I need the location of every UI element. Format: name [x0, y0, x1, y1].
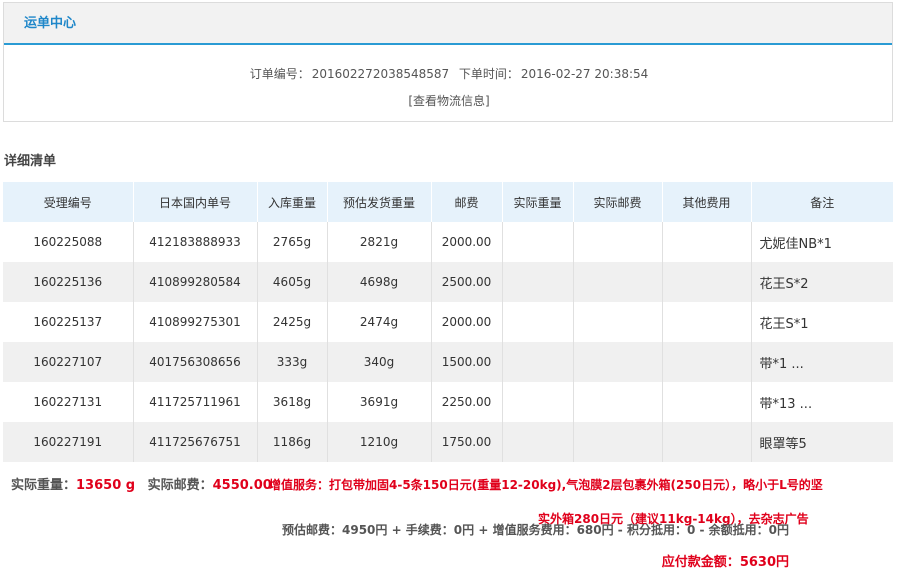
- table-cell: 3618g: [257, 382, 328, 422]
- table-cell: [662, 342, 752, 382]
- table-cell: [662, 222, 752, 262]
- table-cell: 401756308656: [133, 342, 258, 382]
- table-cell: 340g: [327, 342, 432, 382]
- table-cell: 160227107: [3, 342, 134, 382]
- fee-breakdown: 预估邮费：4950円 + 手续费：0円 + 增值服务费用：680円 - 积分抵用…: [282, 523, 789, 537]
- table-cell: 411725676751: [133, 422, 258, 462]
- table-cell: [573, 222, 663, 262]
- table-row: 160227107 401756308656 333g 340g 1500.00…: [3, 342, 893, 382]
- column-header: 实际重量: [502, 182, 574, 222]
- table-cell: 尤妮佳NB*1: [759, 236, 832, 252]
- table-cell: 2474g: [327, 302, 432, 342]
- table-cell: [662, 382, 752, 422]
- table-cell: [573, 302, 663, 342]
- column-header: 预估发货重量: [327, 182, 432, 222]
- table-cell: [502, 222, 574, 262]
- table-cell: 眼罩等5: [751, 422, 893, 462]
- order-number: 201602272038548587: [311, 67, 450, 81]
- table-cell: 2821g: [327, 222, 432, 262]
- table-cell: [502, 382, 574, 422]
- amount-due-label: 应付款金额：: [661, 555, 740, 570]
- table-cell: 3691g: [327, 382, 432, 422]
- view-logistics-link[interactable]: [查看物流信息]: [4, 92, 894, 109]
- table-cell: 2425g: [257, 302, 328, 342]
- weight-postage-summary: 实际重量：13650 g 实际邮费：4550.00: [11, 474, 280, 493]
- table-cell: [502, 262, 574, 302]
- table-cell: [573, 342, 663, 382]
- actual-weight-value: 13650 g: [76, 478, 136, 493]
- column-header: 其他费用: [662, 182, 752, 222]
- table-row: 160227131 411725711961 3618g 3691g 2250.…: [3, 382, 893, 422]
- column-header: 邮费: [431, 182, 503, 222]
- table-cell: 花王S*2: [751, 262, 893, 302]
- table-cell: [662, 262, 752, 302]
- detail-list-title: 详细清单: [4, 154, 57, 169]
- table-row: 160225136 410899280584 4605g 4698g 2500.…: [3, 262, 893, 302]
- table-cell: 410899280584: [133, 262, 258, 302]
- table-cell: [502, 422, 574, 462]
- table-cell: 2500.00: [431, 262, 503, 302]
- amount-due: 应付款金额：5630円: [662, 551, 789, 570]
- table-cell: 410899275301: [133, 302, 258, 342]
- actual-weight-label: 实际重量：: [11, 478, 77, 493]
- table-row: 160225137 410899275301 2425g 2474g 2000.…: [3, 302, 893, 342]
- table-header-row: 受理编号 日本国内单号 入库重量 预估发货重量 邮费 实际重量 实际邮费 其他费…: [3, 182, 893, 222]
- table-cell: 花王S*1: [759, 316, 809, 332]
- table-cell: 1210g: [327, 422, 432, 462]
- value-added-service-text: 增值服务：打包带加固4-5条150日元(重量12-20kg),气泡膜2层包裹外箱…: [269, 478, 823, 492]
- table-row: 160225088 412183888933 2765g 2821g 2000.…: [3, 222, 893, 262]
- table-cell: 160225136: [3, 262, 134, 302]
- table-cell: [573, 262, 663, 302]
- column-header: 日本国内单号: [133, 182, 258, 222]
- table-cell: 1750.00: [431, 422, 503, 462]
- detail-table: 受理编号 日本国内单号 入库重量 预估发货重量 邮费 实际重量 实际邮费 其他费…: [3, 182, 893, 462]
- amount-due-value: 5630円: [739, 555, 789, 570]
- table-cell: 2000.00: [431, 302, 503, 342]
- table-cell: 2250.00: [431, 382, 503, 422]
- table-cell: 411725711961: [133, 382, 258, 422]
- order-panel: 运单中心 订单编号： 201602272038548587 下单时间： 2016-0…: [3, 2, 893, 122]
- column-header: 受理编号: [3, 182, 134, 222]
- order-time-label: 下单时间：: [458, 67, 519, 81]
- table-cell: 4605g: [257, 262, 328, 302]
- table-cell: 2000.00: [431, 222, 503, 262]
- table-row: 160227191 411725676751 1186g 1210g 1750.…: [3, 422, 893, 462]
- table-cell: 160225137: [3, 302, 134, 342]
- table-cell: [502, 302, 574, 342]
- table-cell: 带*13 ...: [759, 396, 813, 412]
- table-cell: 412183888933: [133, 222, 258, 262]
- table-cell: [662, 302, 752, 342]
- table-cell: 160227191: [3, 422, 134, 462]
- panel-header: 运单中心: [4, 3, 892, 45]
- order-time: 2016-02-27 20:38:54: [520, 67, 649, 81]
- table-cell: 160227131: [3, 382, 134, 422]
- table-cell: 333g: [257, 342, 328, 382]
- table-cell: 160225088: [3, 222, 134, 262]
- column-header: 入库重量: [257, 182, 328, 222]
- table-cell: [573, 422, 663, 462]
- table-cell: 带*1 ...: [751, 342, 893, 382]
- table-cell: 1186g: [257, 422, 328, 462]
- order-info: 订单编号： 201602272038548587 下单时间： 2016-02-27 …: [4, 65, 894, 82]
- page-title: 运单中心: [24, 16, 77, 31]
- table-cell: 4698g: [327, 262, 432, 302]
- order-number-label: 订单编号：: [249, 67, 310, 81]
- table-cell: 1500.00: [431, 342, 503, 382]
- actual-postage-label: 实际邮费：: [147, 478, 213, 493]
- table-cell: [573, 382, 663, 422]
- column-header: 备注: [751, 182, 893, 222]
- actual-postage-value: 4550.00: [212, 478, 272, 493]
- table-cell: 2765g: [257, 222, 328, 262]
- table-cell: [662, 422, 752, 462]
- column-header: 实际邮费: [573, 182, 663, 222]
- table-cell: [502, 342, 574, 382]
